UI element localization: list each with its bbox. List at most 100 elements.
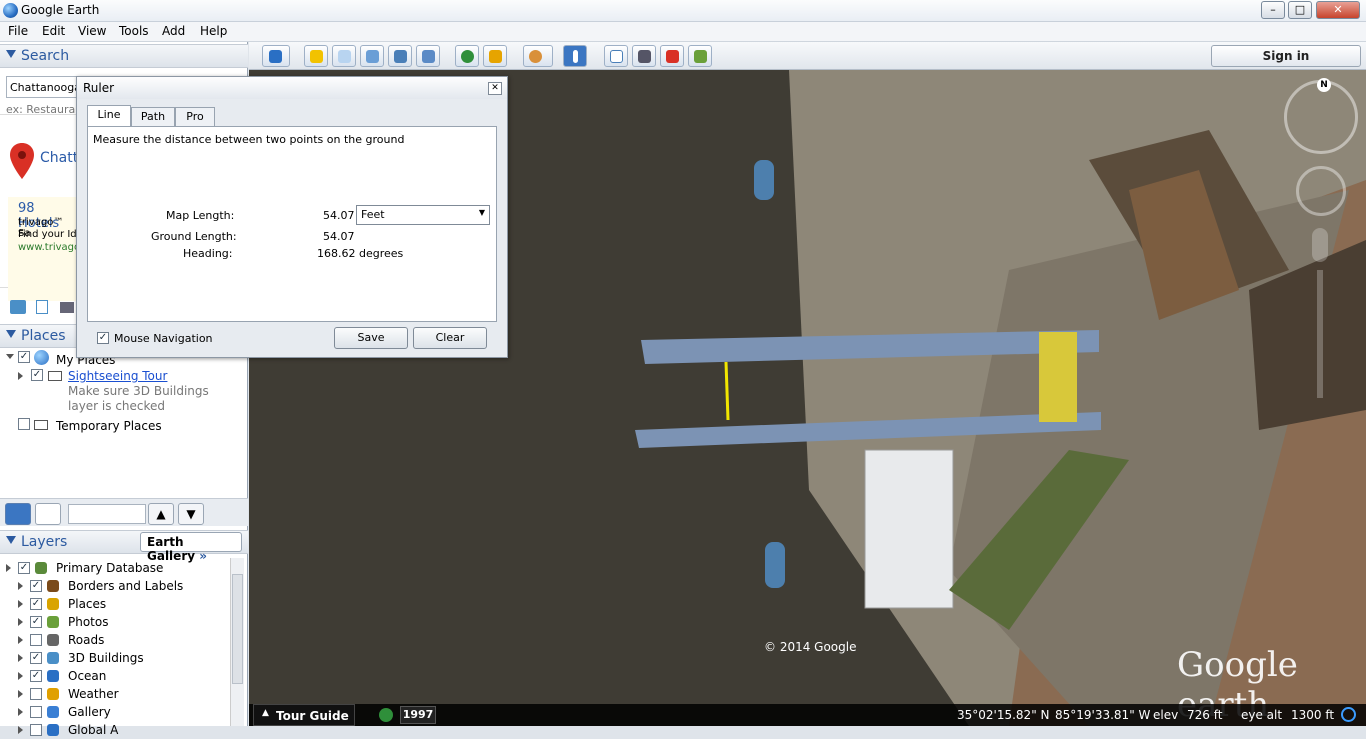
menu-add[interactable]: Add (162, 24, 185, 38)
layers-panel-header[interactable]: Layers Earth Gallery » (0, 530, 248, 563)
sightseeing-checkbox[interactable]: ✓ (31, 369, 43, 381)
layers-scrollbar[interactable] (230, 558, 244, 726)
places-item-temporary[interactable]: Temporary Places (56, 419, 162, 433)
expand-arrow-icon[interactable] (18, 372, 23, 380)
street-view-icon[interactable] (1312, 228, 1328, 262)
expand-arrow-icon[interactable] (6, 354, 14, 359)
save-image-icon[interactable] (688, 45, 712, 67)
expand-arrow-icon[interactable] (18, 618, 23, 626)
menu-tools[interactable]: Tools (119, 24, 149, 38)
zoom-slider[interactable] (1317, 270, 1323, 398)
planets-icon[interactable] (523, 45, 553, 67)
elevation-readout: 726 ft (1187, 708, 1223, 722)
expand-arrow-icon[interactable] (18, 726, 23, 734)
main-toolbar: Sign in (249, 42, 1366, 70)
copy-icon[interactable] (36, 300, 48, 314)
unit-select[interactable]: Feet ▼ (356, 205, 490, 225)
sign-in-button[interactable]: Sign in (1211, 45, 1361, 67)
ruler-dialog: Ruler ✕ Line Path Pro Measure the distan… (76, 76, 508, 358)
layer-row[interactable]: ✓ Borders and Labels (0, 577, 228, 595)
add-placemark-icon[interactable] (304, 45, 328, 67)
layer-row[interactable]: Weather (0, 685, 228, 703)
panel-toggle-icon[interactable] (35, 503, 61, 525)
layer-row[interactable]: Gallery (0, 703, 228, 721)
maximize-button[interactable]: □ (1288, 1, 1312, 19)
layer-checkbox[interactable]: ✓ (30, 670, 42, 682)
tab-path[interactable]: Path (131, 107, 175, 127)
ruler-close-button[interactable]: ✕ (488, 82, 502, 95)
ground-length-value: 54.07 (323, 230, 355, 243)
layer-row[interactable]: ✓ Places (0, 595, 228, 613)
layer-checkbox[interactable]: ✓ (30, 598, 42, 610)
layer-checkbox[interactable]: ✓ (18, 562, 30, 574)
expand-arrow-icon[interactable] (18, 600, 23, 608)
expand-arrow-icon[interactable] (6, 564, 11, 572)
expand-arrow-icon[interactable] (18, 708, 23, 716)
layer-checkbox[interactable] (30, 688, 42, 700)
add-path-icon[interactable] (360, 45, 384, 67)
layer-row[interactable]: ✓ Photos (0, 613, 228, 631)
tab-pro[interactable]: Pro (175, 107, 215, 127)
layer-checkbox[interactable] (30, 634, 42, 646)
earth-gallery-button[interactable]: Earth Gallery » (140, 532, 242, 563)
elevation-label: elev (1153, 708, 1179, 722)
tab-line[interactable]: Line (87, 105, 131, 127)
places-item-sightseeing[interactable]: Sightseeing Tour (68, 369, 167, 383)
mouse-navigation-checkbox[interactable]: ✓ (97, 332, 109, 344)
historical-imagery-icon[interactable] (455, 45, 479, 67)
places-filter-input[interactable] (68, 504, 146, 524)
move-down-button[interactable]: ▼ (178, 503, 204, 525)
add-polygon-icon[interactable] (332, 45, 356, 67)
close-window-button[interactable]: ✕ (1316, 1, 1360, 19)
expand-arrow-icon[interactable] (18, 672, 23, 680)
minimize-button[interactable]: – (1261, 1, 1285, 19)
scrollbar-thumb[interactable] (232, 574, 243, 684)
expand-arrow-icon[interactable] (18, 582, 23, 590)
layer-checkbox[interactable]: ✓ (30, 652, 42, 664)
menu-bar: File Edit View Tools Add Help (0, 22, 1366, 42)
move-up-button[interactable]: ▲ (148, 503, 174, 525)
view-in-maps-icon[interactable] (660, 45, 684, 67)
layer-checkbox[interactable]: ✓ (30, 580, 42, 592)
layer-checkbox[interactable]: ✓ (30, 616, 42, 628)
sidebar-toggle-button[interactable] (262, 45, 290, 67)
result-title[interactable]: Chatt (40, 150, 78, 166)
expand-arrow-icon[interactable] (18, 690, 23, 698)
layer-row[interactable]: ✓ 3D Buildings (0, 649, 228, 667)
ruler-icon[interactable] (563, 45, 587, 67)
temporary-places-checkbox[interactable] (18, 418, 30, 430)
layer-row[interactable]: Global A (0, 721, 228, 739)
myplaces-checkbox[interactable]: ✓ (18, 351, 30, 363)
history-clock-icon[interactable] (379, 708, 393, 722)
layer-row[interactable]: ✓ Ocean (0, 667, 228, 685)
ad-url[interactable]: www.trivago. (18, 242, 83, 253)
layer-row[interactable]: ✓ Primary Database (0, 559, 228, 577)
layer-checkbox[interactable] (30, 706, 42, 718)
print-icon[interactable] (60, 302, 74, 313)
print-icon[interactable] (632, 45, 656, 67)
search-places-icon[interactable] (5, 503, 31, 525)
expand-arrow-icon[interactable] (18, 654, 23, 662)
add-overlay-icon[interactable] (388, 45, 412, 67)
look-joystick[interactable] (1296, 166, 1346, 216)
search-panel-header[interactable]: Search (0, 44, 248, 68)
record-tour-icon[interactable] (416, 45, 440, 67)
sunlight-icon[interactable] (483, 45, 507, 67)
layer-row[interactable]: Roads (0, 631, 228, 649)
menu-edit[interactable]: Edit (42, 24, 65, 38)
heading-label: Heading: (183, 247, 233, 260)
clear-button[interactable]: Clear (413, 327, 487, 349)
menu-file[interactable]: File (8, 24, 28, 38)
menu-help[interactable]: Help (200, 24, 227, 38)
add-folder-icon[interactable] (10, 300, 26, 314)
email-icon[interactable] (604, 45, 628, 67)
chevron-up-icon: ▲ (262, 708, 269, 718)
map-length-label: Map Length: (166, 209, 235, 222)
ruler-title-bar[interactable]: Ruler ✕ (77, 77, 507, 99)
collapse-arrow-icon (6, 50, 16, 58)
expand-arrow-icon[interactable] (18, 636, 23, 644)
compass-ring[interactable]: N (1284, 78, 1358, 154)
menu-view[interactable]: View (78, 24, 106, 38)
save-button[interactable]: Save (334, 327, 408, 349)
tour-guide-button[interactable]: ▲ Tour Guide (253, 704, 355, 726)
